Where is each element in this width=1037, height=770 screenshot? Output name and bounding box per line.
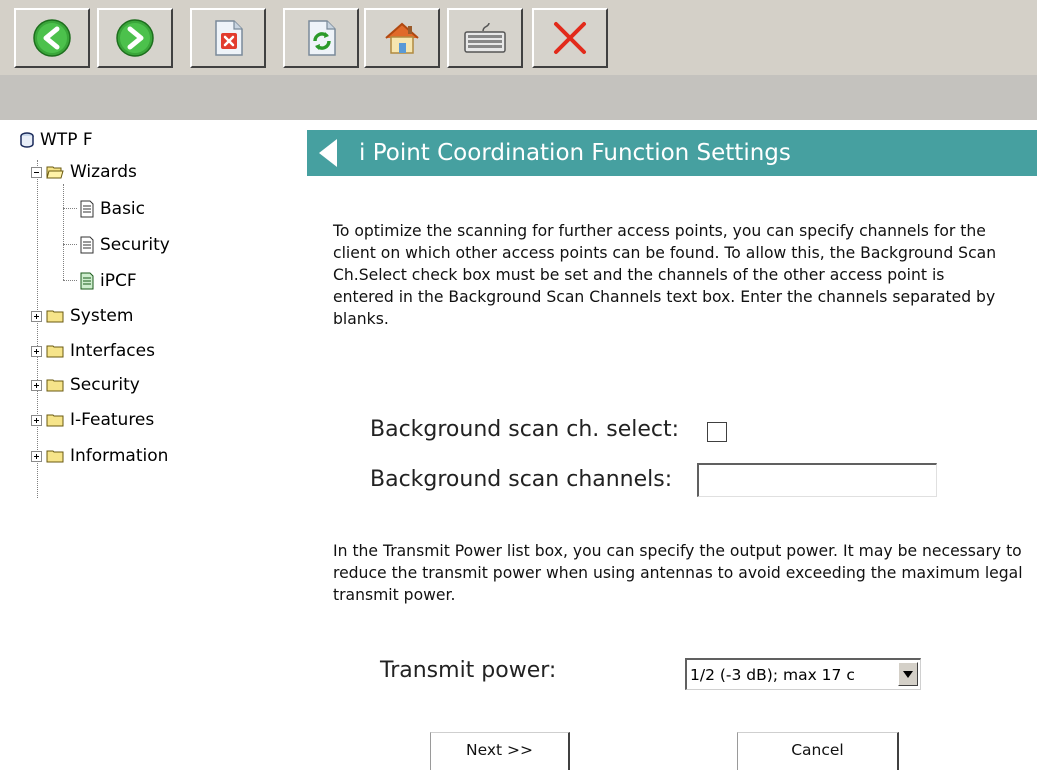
keyboard-button[interactable]	[447, 8, 523, 68]
stop-page-icon	[215, 20, 243, 56]
tree-item-interfaces[interactable]: Interfaces	[31, 339, 155, 363]
folder-icon	[46, 310, 64, 323]
tree-item-wizards[interactable]: Wizards	[31, 160, 137, 184]
folder-open-icon	[46, 166, 64, 179]
expand-icon[interactable]	[31, 414, 42, 426]
tree-item-basic[interactable]: Basic	[78, 197, 145, 221]
tree-label: iPCF	[100, 271, 137, 291]
page-title: i Point Coordination Function Settings	[359, 140, 791, 166]
refresh-button[interactable]	[283, 8, 359, 68]
tree-item-information[interactable]: Information	[31, 444, 168, 468]
tree-item-security-wizard[interactable]: Security	[78, 233, 170, 257]
tree-item-system[interactable]: System	[31, 304, 133, 328]
expand-icon[interactable]	[31, 450, 42, 462]
home-button[interactable]	[364, 8, 440, 68]
arrow-left-icon	[33, 19, 71, 57]
next-button[interactable]: Next >>	[430, 732, 570, 770]
transmit-power-select[interactable]: 1/2 (-3 dB); max 17 c	[685, 658, 921, 690]
back-triangle-icon[interactable]	[319, 139, 337, 167]
expand-icon[interactable]	[31, 310, 42, 322]
folder-icon	[46, 345, 64, 358]
transmit-power-value: 1/2 (-3 dB); max 17 c	[690, 665, 855, 684]
folder-icon	[46, 379, 64, 392]
home-icon	[385, 22, 419, 54]
transmit-power-label: Transmit power:	[380, 658, 557, 683]
collapse-icon[interactable]	[31, 166, 42, 178]
tree-label: System	[70, 306, 134, 326]
bg-scan-select-label: Background scan ch. select:	[370, 417, 680, 442]
navigation-tree: WTP F Wizards Basic Security iPCF System…	[0, 120, 300, 770]
tree-label: Security	[100, 235, 170, 255]
expand-icon[interactable]	[31, 345, 42, 357]
tree-root-label: WTP F	[40, 130, 93, 150]
tree-connector	[63, 184, 64, 280]
tree-item-ipcf[interactable]: iPCF	[78, 269, 137, 293]
folder-icon	[46, 450, 64, 463]
bg-scan-channels-input[interactable]	[697, 463, 937, 497]
back-button[interactable]	[14, 8, 90, 68]
tree-item-i-features[interactable]: I-Features	[31, 408, 154, 432]
tree-label: Basic	[100, 199, 146, 219]
close-button[interactable]	[532, 8, 608, 68]
toolbar	[0, 0, 1037, 75]
tree-root[interactable]: WTP F	[20, 128, 93, 152]
document-icon	[80, 236, 94, 254]
stop-button[interactable]	[190, 8, 266, 68]
address-bar-strip	[0, 75, 1037, 120]
arrow-right-icon	[116, 19, 154, 57]
folder-icon	[46, 414, 64, 427]
expand-icon[interactable]	[31, 379, 42, 391]
document-green-icon	[80, 272, 94, 290]
app-window: WTP F Wizards Basic Security iPCF System…	[0, 0, 1037, 770]
tree-connector	[63, 244, 77, 245]
close-x-icon	[554, 22, 586, 54]
tree-connector	[63, 208, 77, 209]
tree-label: Wizards	[70, 162, 137, 182]
page-header: i Point Coordination Function Settings	[307, 130, 1037, 176]
tree-label: Security	[70, 375, 140, 395]
database-icon	[20, 132, 34, 148]
forward-button[interactable]	[97, 8, 173, 68]
tree-label: Information	[70, 446, 169, 466]
bg-scan-channels-label: Background scan channels:	[370, 467, 673, 492]
tree-connector	[63, 280, 77, 281]
chevron-down-icon[interactable]	[898, 662, 918, 686]
main-panel: i Point Coordination Function Settings T…	[300, 120, 1037, 770]
intro-paragraph: To optimize the scanning for further acc…	[333, 222, 997, 328]
tree-item-security[interactable]: Security	[31, 373, 140, 397]
cancel-button[interactable]: Cancel	[737, 732, 899, 770]
bg-scan-select-checkbox[interactable]	[707, 422, 727, 442]
refresh-page-icon	[308, 20, 336, 56]
tree-label: Interfaces	[70, 341, 155, 361]
transmit-power-paragraph: In the Transmit Power list box, you can …	[333, 542, 1023, 604]
document-icon	[80, 200, 94, 218]
tree-label: I-Features	[70, 410, 155, 430]
keyboard-icon	[464, 22, 506, 53]
